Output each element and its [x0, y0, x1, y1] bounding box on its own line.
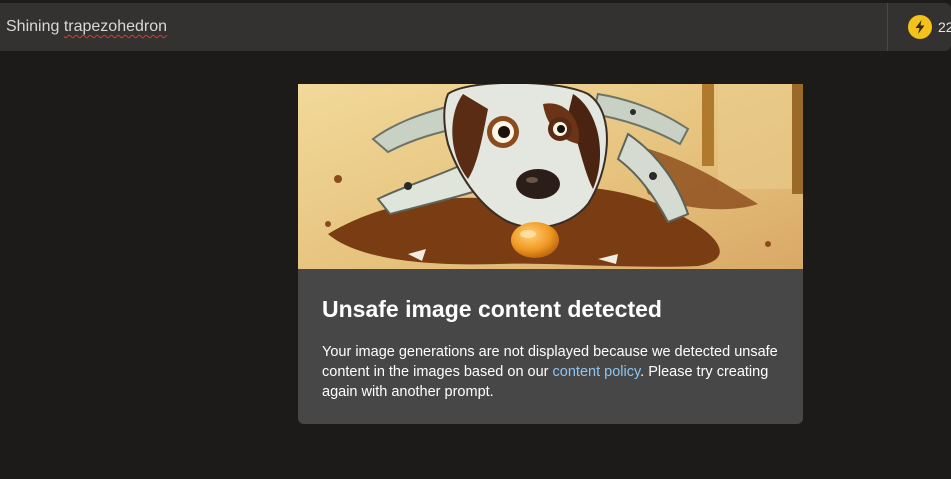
unsafe-content-card: Unsafe image content detected Your image…: [298, 84, 803, 424]
warning-title: Unsafe image content detected: [322, 296, 662, 322]
bar-divider: [887, 3, 888, 51]
credits-indicator[interactable]: 22: [908, 15, 951, 39]
prompt-input[interactable]: Shining trapezohedron: [6, 3, 167, 51]
credit-count: 22: [938, 19, 951, 35]
generated-dog-image: [298, 84, 803, 269]
prompt-text: Shining: [6, 18, 64, 35]
prompt-misspelled-word: trapezohedron: [63, 18, 168, 35]
lightning-bolt-icon: [908, 15, 932, 39]
warning-message: Your image generations are not displayed…: [322, 342, 787, 402]
prompt-bar: Shining trapezohedron 22: [0, 3, 951, 51]
content-policy-link[interactable]: content policy: [553, 364, 641, 380]
